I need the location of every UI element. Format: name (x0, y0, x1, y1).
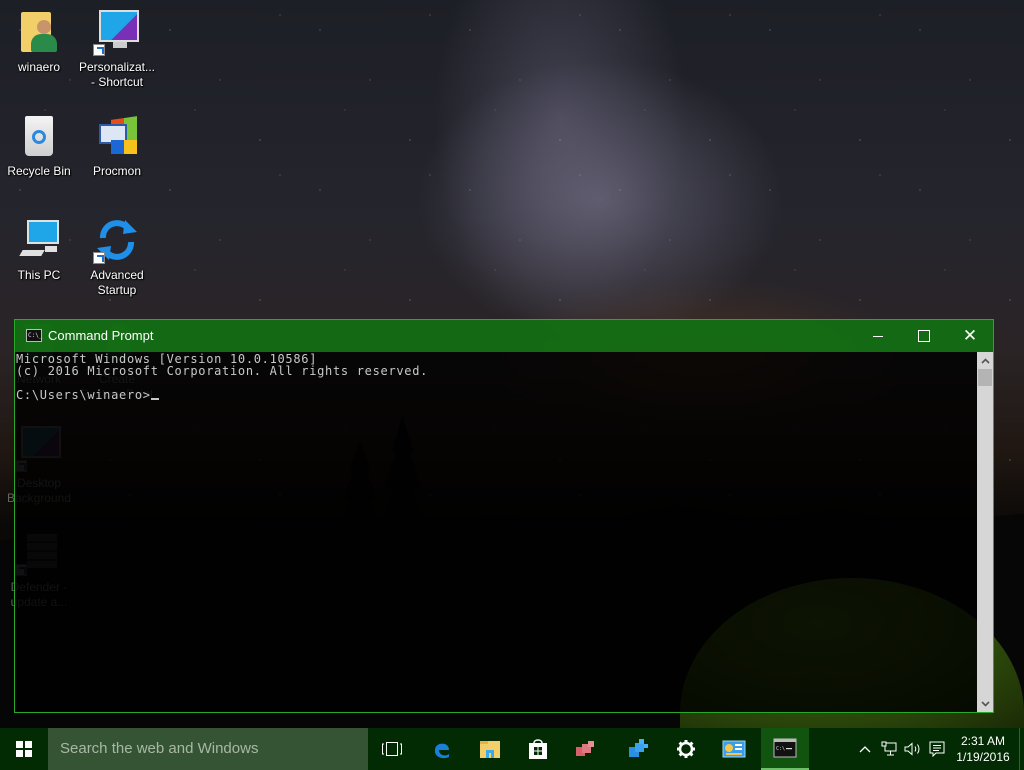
window-titlebar[interactable]: C:\_ Command Prompt ✕ (15, 320, 993, 352)
control-panel-icon (722, 740, 746, 758)
command-prompt-window[interactable]: C:\_ Command Prompt ✕ Microsoft Windows … (14, 319, 994, 713)
desktop-icon-personalization-shortcut[interactable]: Personalizat... - Shortcut (78, 8, 156, 90)
maximize-button[interactable] (901, 320, 947, 352)
taskbar-edge[interactable] (418, 728, 466, 770)
cubes-icon (629, 739, 648, 757)
clock-date: 1/19/2016 (956, 750, 1010, 764)
volume-button[interactable] (902, 728, 924, 770)
taskbar-command-prompt[interactable]: C:\ (761, 728, 809, 770)
clock[interactable]: 2:31 AM 1/19/2016 (948, 733, 1018, 765)
taskbar-store[interactable] (514, 728, 562, 770)
task-view-icon (382, 742, 402, 756)
chevron-down-icon (980, 700, 990, 707)
windows-logo-icon (16, 741, 32, 757)
computer-icon (15, 216, 63, 264)
scroll-thumb[interactable] (978, 369, 992, 386)
gear-icon (677, 740, 695, 758)
taskbar-app-cubes[interactable] (614, 728, 662, 770)
edge-icon (434, 743, 449, 759)
procmon-icon (93, 112, 141, 160)
close-button[interactable]: ✕ (947, 320, 993, 352)
desktop-icon-advanced-startup[interactable]: Advanced Startup (78, 216, 156, 298)
taskbar-registry-editor[interactable] (562, 728, 610, 770)
action-center-button[interactable] (926, 728, 948, 770)
search-placeholder: Search the web and Windows (60, 740, 259, 757)
cmd-icon[interactable]: C:\_ (26, 329, 42, 342)
taskbar-settings[interactable] (662, 728, 710, 770)
desktop-icon-recycle-bin[interactable]: Recycle Bin (0, 112, 78, 179)
taskbar: Search the web and Windows C:\ 2:31 AM 1… (0, 728, 1024, 770)
vertical-scrollbar[interactable] (977, 352, 993, 712)
refresh-icon (93, 216, 141, 264)
user-folder-icon (15, 8, 63, 56)
clock-time: 2:31 AM (960, 734, 1006, 748)
personalization-icon (93, 8, 141, 56)
desktop-icon-label: Advanced (90, 268, 144, 282)
desktop-icon-label: - Shortcut (90, 75, 144, 89)
registry-icon (576, 741, 594, 756)
desktop-icon-procmon[interactable]: Procmon (78, 112, 156, 179)
console-line: ​ (16, 377, 977, 389)
text-cursor (150, 398, 159, 400)
desktop-icon-label: This PC (17, 268, 61, 282)
cmd-icon: C:\ (773, 738, 797, 758)
desktop-icon-winaero[interactable]: winaero (0, 8, 78, 75)
volume-icon (904, 742, 920, 756)
network-icon (881, 741, 897, 756)
desktop-icon-label: Recycle Bin (7, 164, 71, 178)
taskbar-control-panel[interactable] (710, 728, 758, 770)
console-prompt-line[interactable]: C:\Users\winaero> (16, 389, 977, 401)
start-button[interactable] (0, 728, 48, 770)
desktop-icon-label: winaero (17, 60, 61, 74)
taskbar-file-explorer[interactable] (466, 728, 514, 770)
close-icon: ✕ (962, 326, 978, 345)
search-input[interactable]: Search the web and Windows (48, 728, 368, 770)
shortcut-arrow-icon (93, 252, 105, 264)
desktop-icon-label: Procmon (92, 164, 142, 178)
scroll-up-button[interactable] (977, 352, 993, 369)
console-line: (c) 2016 Microsoft Corporation. All righ… (16, 364, 429, 378)
desktop-icon-this-pc[interactable]: This PC (0, 216, 78, 283)
window-title: Command Prompt (48, 328, 154, 343)
chevron-up-icon (859, 746, 871, 753)
console-output[interactable]: Microsoft Windows [Version 10.0.10586] (c… (15, 352, 977, 712)
console-prompt: C:\Users\winaero> (16, 388, 151, 402)
folder-icon (480, 741, 500, 758)
chevron-up-icon (980, 357, 990, 364)
scroll-down-button[interactable] (977, 695, 993, 712)
store-icon (529, 739, 547, 759)
show-desktop-button[interactable] (1019, 728, 1024, 770)
desktop-icon-label: Startup (97, 283, 137, 297)
shortcut-arrow-icon (93, 44, 105, 56)
svg-text:C:\: C:\ (776, 746, 785, 752)
desktop-icon-label: Personalizat... (78, 60, 156, 74)
network-status-button[interactable] (878, 728, 900, 770)
show-hidden-icons-button[interactable] (854, 728, 876, 770)
recycle-bin-icon (15, 112, 63, 160)
minimize-button[interactable] (855, 320, 901, 352)
notifications-icon (929, 741, 945, 757)
taskbar-task-view[interactable] (368, 728, 416, 770)
